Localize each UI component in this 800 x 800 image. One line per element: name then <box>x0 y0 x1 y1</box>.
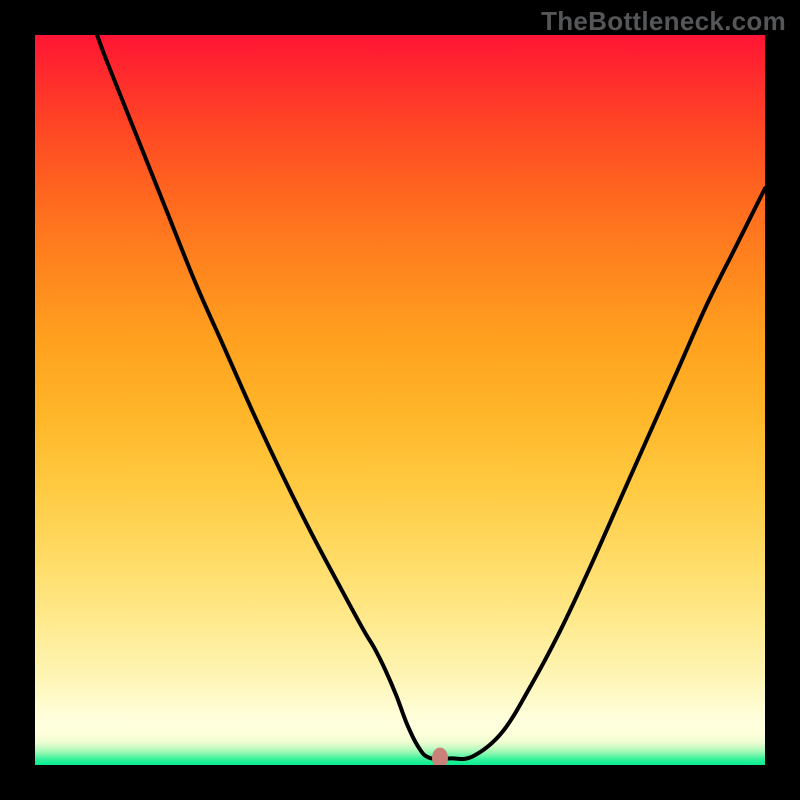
bottleneck-curve <box>35 35 765 765</box>
optimum-marker <box>432 747 448 765</box>
watermark-text: TheBottleneck.com <box>541 6 786 37</box>
plot-area <box>35 35 765 765</box>
chart-frame: TheBottleneck.com <box>0 0 800 800</box>
